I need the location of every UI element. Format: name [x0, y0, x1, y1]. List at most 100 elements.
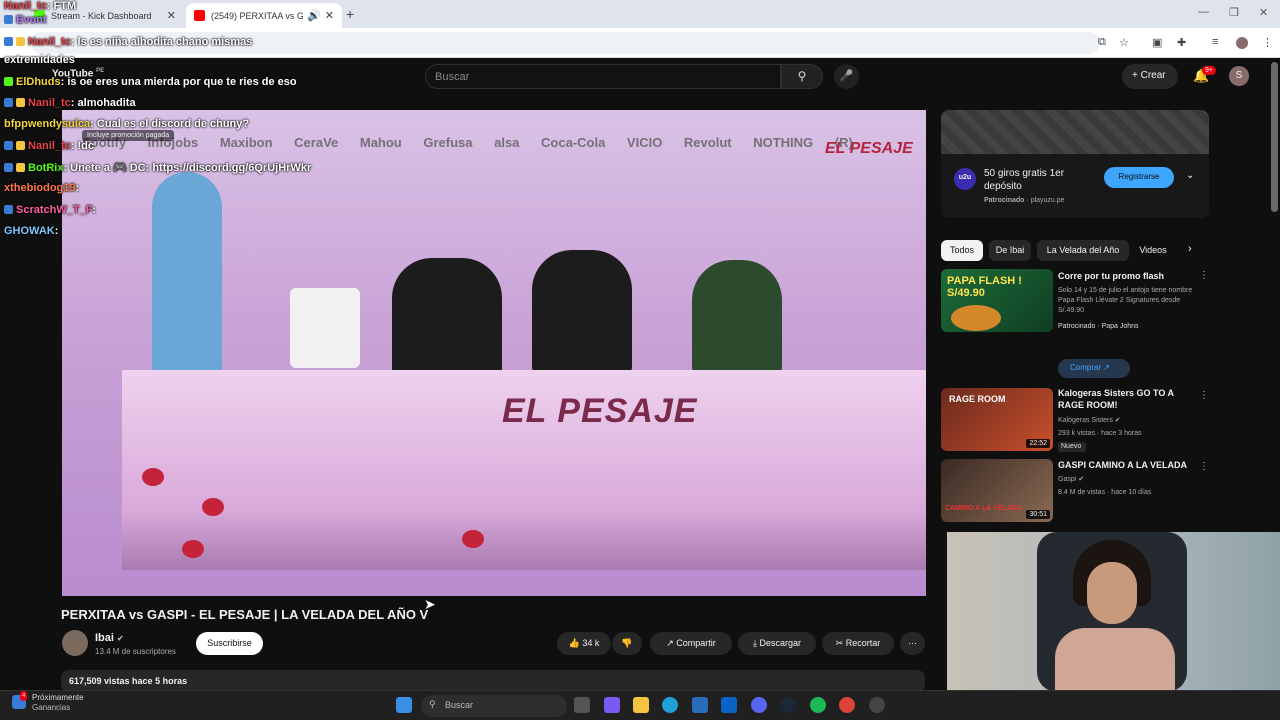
related-title[interactable]: GASPI CAMINO A LA VELADA	[1058, 459, 1190, 471]
related-thumbnail[interactable]: RAGE ROOM 22:52	[941, 388, 1053, 451]
subscribe-button[interactable]: Suscribirse	[196, 632, 263, 655]
more-actions-button[interactable]: ···	[900, 632, 925, 655]
ad-logo: u2u	[954, 168, 976, 190]
bookmark-star-icon[interactable]: ☆	[1119, 36, 1129, 49]
badge-icon	[4, 37, 13, 46]
like-button[interactable]: 👍 34 k	[557, 632, 611, 655]
view-count[interactable]: 617,509 vistas hace 5 horas	[61, 670, 925, 692]
more-options-icon[interactable]: ⋮	[1199, 390, 1209, 401]
chat-message: xthebiodog19:	[4, 182, 80, 194]
related-title[interactable]: Kalogeras Sisters GO TO A RAGE ROOM!	[1058, 387, 1190, 411]
ad-register-button[interactable]: Registrarse	[1104, 167, 1174, 188]
chevron-right-icon[interactable]: ›	[1188, 243, 1192, 255]
steam-icon[interactable]	[780, 697, 796, 713]
sponsored-ad[interactable]: u2u 50 giros gratis 1er depósito Patroci…	[941, 110, 1209, 218]
browser-tab-bar: Stream - Kick Dashboard ✕ (2549) PERXITA…	[0, 0, 1280, 28]
outlook-icon[interactable]	[721, 697, 737, 713]
scissors-icon: ✂	[835, 638, 846, 648]
edge-icon[interactable]	[662, 697, 678, 713]
tab-title: (2549) PERXITAA vs GASPI - EL PESAJE	[211, 10, 304, 21]
overlay-logo: EL PESAJE	[825, 140, 913, 157]
thumb-text: PAPA FLASH ! S/49.90	[947, 275, 1022, 299]
chevron-down-icon[interactable]: ⌄	[1186, 170, 1194, 181]
chip-la-velada[interactable]: La Velada del Año	[1037, 240, 1129, 261]
account-avatar[interactable]: S	[1229, 66, 1249, 86]
related-title[interactable]: Corre por tu promo flash	[1058, 270, 1190, 282]
ad-banner	[941, 110, 1209, 154]
windows-taskbar: 4 Próximamente Ganancias ⚲ Buscar	[0, 690, 1280, 720]
webcam-overlay	[947, 532, 1280, 692]
rose	[142, 468, 164, 486]
media-control-icon[interactable]: ≡	[1212, 36, 1218, 48]
crown-icon	[16, 141, 25, 150]
chrome-icon[interactable]	[839, 697, 855, 713]
menu-dots-icon[interactable]: ⋮	[1262, 36, 1273, 49]
discord-icon[interactable]	[751, 697, 767, 713]
store-icon[interactable]	[692, 697, 708, 713]
desk-logo: EL PESAJE	[502, 392, 698, 430]
new-tab-button[interactable]: +	[346, 6, 354, 22]
windows-start-icon[interactable]	[396, 697, 412, 713]
crown-icon	[16, 37, 25, 46]
close-tab-icon[interactable]: ✕	[167, 9, 176, 22]
install-icon[interactable]: ⧉	[1098, 36, 1106, 49]
copilot-icon[interactable]	[604, 697, 620, 713]
chip-todos[interactable]: Todos	[941, 240, 983, 261]
clip-button[interactable]: ✂ Recortar	[822, 632, 894, 655]
channel-name[interactable]: Ibai ✔	[95, 632, 124, 644]
tab-youtube-video[interactable]: (2549) PERXITAA vs GASPI - EL PESAJE 🔊 ✕	[186, 3, 342, 28]
search-icon: ⚲	[797, 69, 807, 83]
minimize-icon[interactable]: —	[1198, 6, 1209, 18]
voice-search-button[interactable]: 🎤	[834, 64, 859, 89]
thumb-text: CAMINO A LA VELADA	[945, 505, 1022, 512]
page-scrollbar[interactable]	[1271, 62, 1278, 212]
search-input[interactable]: Buscar	[425, 64, 781, 89]
crown-icon	[16, 163, 25, 172]
more-options-icon[interactable]: ⋮	[1199, 461, 1209, 472]
puzzle-icon[interactable]: ✚	[1177, 36, 1186, 49]
spotify-icon[interactable]	[810, 697, 826, 713]
tab-title: Stream - Kick Dashboard	[51, 10, 152, 21]
ad-sponsor: Patrocinado · playuzu.pe	[984, 197, 1065, 204]
related-meta: 8.4 M de vistas · hace 10 días	[1058, 489, 1152, 496]
dislike-button[interactable]: 👎	[612, 632, 642, 655]
profile-icon[interactable]	[1236, 37, 1248, 49]
related-thumbnail[interactable]: CAMINO A LA VELADA 30:51	[941, 459, 1053, 522]
maximize-icon[interactable]: ❐	[1229, 6, 1239, 19]
chair	[290, 288, 360, 368]
earnings-widget[interactable]: 4 Próximamente Ganancias	[12, 691, 84, 713]
task-view-icon[interactable]	[574, 697, 590, 713]
share-button[interactable]: ↗ Compartir	[650, 632, 732, 655]
chat-message: extremidades	[4, 54, 75, 66]
duration-badge: 22:52	[1026, 439, 1050, 448]
channel-avatar[interactable]	[62, 630, 88, 656]
mic-icon: 🎤	[839, 70, 854, 82]
taskbar-search[interactable]: ⚲ Buscar	[421, 695, 567, 717]
more-options-icon[interactable]: ⋮	[1199, 270, 1209, 281]
rose	[182, 540, 204, 558]
paid-promotion-label[interactable]: Incluye promoción pagada	[82, 130, 175, 141]
notification-count-badge: 9+	[1202, 66, 1216, 75]
thumbs-down-icon: 👎	[621, 638, 633, 648]
extension-icon[interactable]: ▣	[1152, 36, 1162, 49]
file-explorer-icon[interactable]	[633, 697, 649, 713]
create-button[interactable]: + Crear	[1122, 64, 1178, 89]
video-player[interactable]: Spotify Infojobs Maxibon CeraVe Mahou Gr…	[62, 110, 926, 596]
streamer-body	[1055, 628, 1175, 692]
chip-videos[interactable]: Videos	[1135, 240, 1171, 261]
chat-message: ElDhuds: is oe eres una mierda por que t…	[4, 76, 297, 88]
close-window-icon[interactable]: ✕	[1259, 6, 1268, 19]
obs-icon[interactable]	[869, 697, 885, 713]
chat-message: Nanil_tc: almohadita	[4, 97, 136, 109]
related-desc: Solo 14 y 15 de julio el antojo tiene no…	[1058, 287, 1193, 314]
download-button[interactable]: ⤓ Descargar	[738, 632, 816, 655]
close-tab-icon[interactable]: ✕	[325, 9, 334, 22]
chat-message: Nanil_tc: ls es niña alhodita chano mism…	[4, 36, 252, 48]
chip-de-ibai[interactable]: De Ibai	[989, 240, 1031, 261]
related-thumbnail[interactable]: PAPA FLASH ! S/49.90	[941, 269, 1053, 332]
mute-tab-icon[interactable]: 🔊	[307, 9, 321, 22]
badge-icon	[4, 77, 13, 86]
search-button[interactable]: ⚲	[781, 64, 823, 89]
person-seated	[692, 260, 782, 375]
shop-button[interactable]: Comprar ↗	[1058, 359, 1130, 378]
